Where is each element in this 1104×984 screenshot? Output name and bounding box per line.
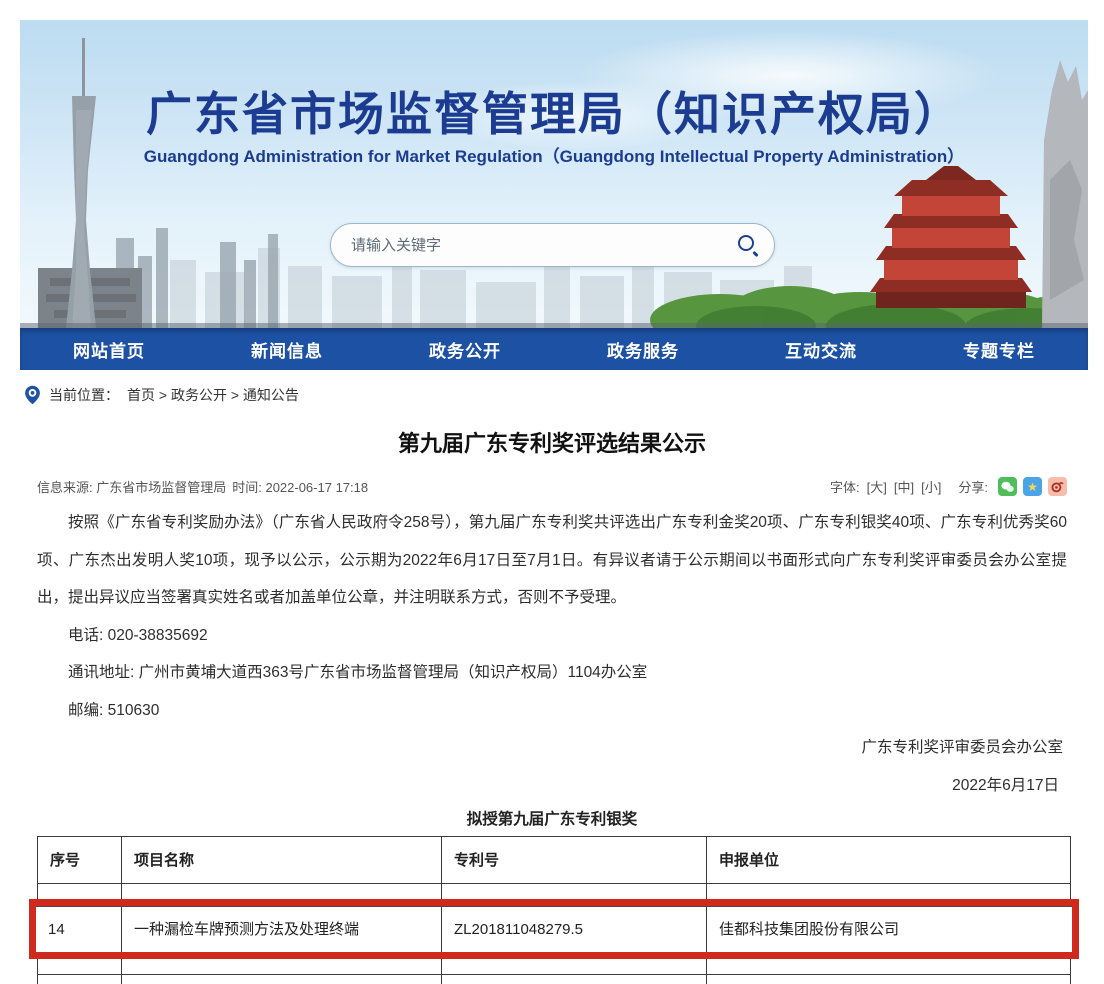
nav-item-gov-serv[interactable]: 政务服务 [554,328,732,370]
share-label: 分享: [958,477,988,496]
col-header-patent-no: 专利号 [442,836,707,884]
award-table: 序号 项目名称 专利号 申报单位 14 一种漏检车牌预测方法及处理终端 ZL20… [37,836,1071,984]
breadcrumb-label: 当前位置： [49,385,119,405]
row-no: 14 [36,906,122,952]
signature-office: 广东专利奖评审委员会办公室 [37,729,1063,767]
breadcrumb: 当前位置： 首页 > 政务公开 > 通知公告 [24,385,1104,405]
col-header-no: 序号 [37,836,122,884]
breadcrumb-path[interactable]: 首页 > 政务公开 > 通知公告 [127,385,299,405]
article-time: 时间: 2022-06-17 17:18 [232,477,368,496]
table-row-fragment [37,959,1071,984]
article-paragraph: 按照《广东省专利奖励办法》（广东省人民政府令258号），第九届广东专利奖共评选出… [37,504,1067,617]
article-meta: 信息来源: 广东省市场监督管理局 时间: 2022-06-17 17:18 字体… [37,477,1067,496]
highlight-red-box: 14 一种漏检车牌预测方法及处理终端 ZL201811048279.5 佳都科技… [29,899,1079,959]
site-title: 广东省市场监督管理局（知识产权局） [20,78,1088,144]
contact-postcode: 邮编: 510630 [37,692,1067,730]
contact-phone: 电话: 020-38835692 [37,617,1067,655]
nav-item-gov-open[interactable]: 政务公开 [376,328,554,370]
signature-date: 2022年6月17日 [37,767,1059,805]
article-body: 按照《广东省专利奖励办法》（广东省人民政府令258号），第九届广东专利奖共评选出… [37,504,1067,729]
table-row-fragment [37,884,1071,899]
col-header-applicant: 申报单位 [707,836,1071,884]
site-banner: 广东省市场监督管理局（知识产权局） Guangdong Administrati… [20,20,1088,328]
nav-item-special[interactable]: 专题专栏 [910,328,1088,370]
table-row: 14 一种漏检车牌预测方法及处理终端 ZL201811048279.5 佳都科技… [36,906,1072,952]
table-header-row: 序号 项目名称 专利号 申报单位 [37,836,1071,884]
red-pavilion-silhouette [870,166,1032,308]
site-subtitle-english: Guangdong Administration for Market Regu… [20,142,1088,167]
search-input[interactable] [351,237,736,254]
row-patent-no: ZL201811048279.5 [442,906,707,952]
nav-item-interact[interactable]: 互动交流 [732,328,910,370]
search-icon[interactable] [736,233,760,257]
table-title: 拟授第九届广东专利银奖 [0,806,1104,834]
page: 广东省市场监督管理局（知识产权局） Guangdong Administrati… [0,0,1104,984]
search-bar[interactable] [330,223,775,267]
font-size-medium-button[interactable]: [中] [894,477,914,496]
nav-item-news[interactable]: 新闻信息 [198,328,376,370]
article-title: 第九届广东专利奖评选结果公示 [0,426,1104,458]
banner-cityscape-art [20,20,1088,328]
font-size-small-button[interactable]: [小] [921,477,941,496]
row-project: 一种漏检车牌预测方法及处理终端 [122,906,442,952]
font-size-large-button[interactable]: [大] [867,477,887,496]
main-nav: 网站首页 新闻信息 政务公开 政务服务 互动交流 专题专栏 [20,328,1088,370]
nav-item-home[interactable]: 网站首页 [20,328,198,370]
contact-address: 通讯地址: 广州市黄埔大道西363号广东省市场监督管理局（知识产权局）1104办… [37,654,1067,692]
row-applicant: 佳都科技集团股份有限公司 [707,906,1072,952]
qzone-share-icon[interactable]: ★ [1023,477,1042,496]
col-header-project: 项目名称 [122,836,442,884]
wechat-share-icon[interactable] [998,477,1017,496]
location-pin-icon [24,385,41,405]
weibo-share-icon[interactable] [1048,477,1067,496]
article-source: 信息来源: 广东省市场监督管理局 [37,477,226,496]
font-size-label: 字体: [830,477,860,496]
